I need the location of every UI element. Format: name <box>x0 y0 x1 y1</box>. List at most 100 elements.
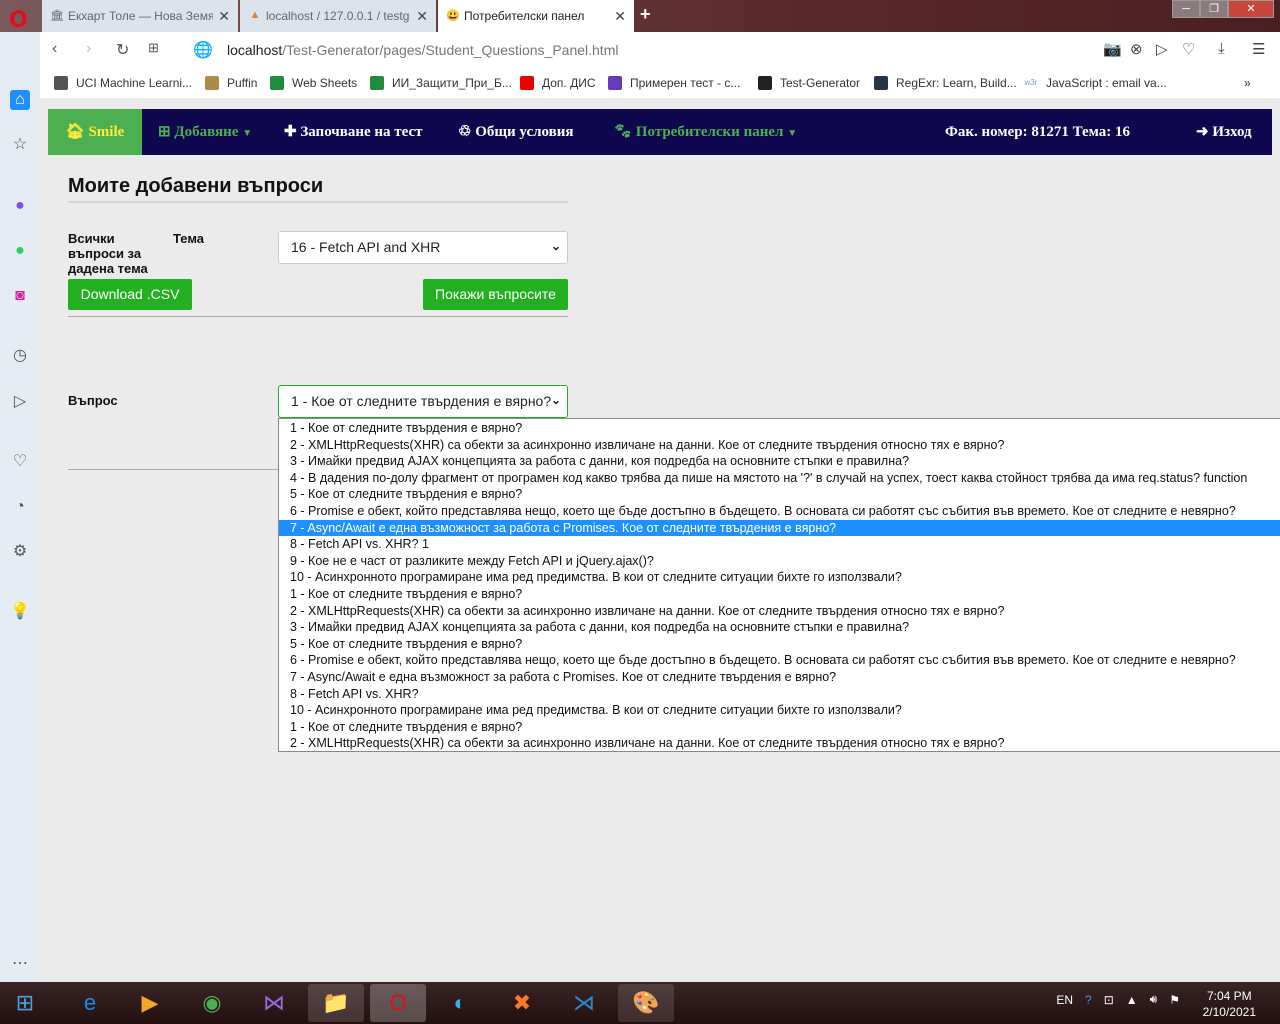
question-option[interactable]: 2 - XMLHttpRequests(XHR) са обекти за ас… <box>279 437 1280 454</box>
browser-tab-active[interactable]: 😃 Потребителски панел ✕ <box>438 0 634 32</box>
question-option[interactable]: 1 - Кое от следните твърдения е вярно? <box>279 719 1280 736</box>
nav-home[interactable]: 🏠︎ Smile <box>48 109 142 155</box>
close-tab-icon[interactable]: ✕ <box>416 8 428 25</box>
question-option[interactable]: 1 - Кое от следните твърдения е вярно? <box>279 420 1280 437</box>
lightbulb-icon[interactable]: 💡 <box>10 602 30 622</box>
language-indicator[interactable]: EN <box>1056 993 1073 1007</box>
help-icon[interactable]: ? <box>1085 993 1092 1007</box>
question-option[interactable]: 6 - Promise е обект, който представлява … <box>279 503 1280 520</box>
browser-tab[interactable]: ▲ localhost / 127.0.0.1 / testg ✕ <box>240 0 436 32</box>
bookmark-label: UCI Machine Learni... <box>76 76 193 90</box>
question-option[interactable]: 2 - XMLHttpRequests(XHR) са обекти за ас… <box>279 603 1280 620</box>
question-option[interactable]: 5 - Кое от следните твърдения е вярно? <box>279 486 1280 503</box>
back-icon[interactable]: ‹ <box>52 40 57 58</box>
question-label: Въпрос <box>68 393 118 408</box>
taskbar-opera[interactable]: O <box>370 984 426 1022</box>
taskbar-ie[interactable]: e <box>62 984 118 1022</box>
bookmark-item[interactable]: ИИ_Защити_При_Б... <box>370 76 512 90</box>
taskbar-paint[interactable]: 🎨 <box>618 984 674 1022</box>
question-option[interactable]: 6 - Promise е обект, който представлява … <box>279 652 1280 669</box>
bookmark-item[interactable]: Puffin <box>205 76 257 90</box>
bookmark-item[interactable]: Web Sheets <box>270 76 357 90</box>
nav-start-test[interactable]: ✚ Започване на тест <box>284 109 423 155</box>
opera-menu-icon[interactable]: O <box>9 8 28 33</box>
history-icon[interactable]: ◔ <box>10 497 30 517</box>
question-option[interactable]: 8 - Fetch API vs. XHR? 1 <box>279 536 1280 553</box>
minimize-button[interactable]: ─ <box>1172 0 1200 18</box>
question-option[interactable]: 8 - Fetch API vs. XHR? <box>279 686 1280 703</box>
puffin-icon <box>205 76 219 90</box>
clock[interactable]: 7:04 PM 2/10/2021 <box>1203 988 1256 1020</box>
volume-icon[interactable]: 🔊︎ <box>1150 992 1158 1007</box>
speed-dial-icon[interactable]: ⊞ <box>148 40 159 56</box>
instagram-icon[interactable]: ◙ <box>10 286 30 306</box>
nav-user-panel-dropdown[interactable]: 🐾︎ Потребителски панел ▼ <box>613 109 797 155</box>
smiley-icon: 😃 <box>446 10 460 22</box>
new-tab-button[interactable]: + <box>640 4 651 25</box>
nav-terms[interactable]: ♲ Общи условия <box>458 109 574 155</box>
reload-icon[interactable]: ↻ <box>116 40 129 60</box>
taskbar-edge[interactable]: ◐ <box>432 984 488 1022</box>
bookmark-item[interactable]: Примерен тест - с... <box>608 76 740 90</box>
browser-tab[interactable]: 🏛 Екхарт Толе — Нова Земя ✕ <box>42 0 238 32</box>
bookmark-item[interactable]: Test-Generator <box>758 76 860 90</box>
messenger-icon[interactable]: ● <box>10 196 30 216</box>
home-icon[interactable]: ⌂ <box>10 90 30 110</box>
forward-icon[interactable]: › <box>86 40 91 58</box>
question-option[interactable]: 7 - Async/Await е една възможност за раб… <box>279 519 1280 537</box>
easy-setup-icon[interactable]: ☰ <box>1252 40 1265 58</box>
question-option[interactable]: 3 - Имайки предвид AJAX концепцията за р… <box>279 619 1280 636</box>
more-bookmarks-icon[interactable]: » <box>1244 76 1251 90</box>
taskbar-vscode[interactable]: ⋊ <box>556 984 612 1022</box>
close-tab-icon[interactable]: ✕ <box>614 8 626 25</box>
show-hidden-icons[interactable]: ▲ <box>1126 993 1138 1007</box>
question-option[interactable]: 10 - Асинхронното програмиране има ред п… <box>279 702 1280 719</box>
question-option[interactable]: 10 - Асинхронното програмиране има ред п… <box>279 569 1280 586</box>
bookmark-label: Доп. ДИС <box>542 76 596 90</box>
close-window-button[interactable]: ✕ <box>1228 0 1274 18</box>
question-option[interactable]: 5 - Кое от следните твърдения е вярно? <box>279 636 1280 653</box>
topic-select[interactable]: 16 - Fetch API and XHR ⌄ <box>278 231 568 264</box>
chevron-down-icon: ⌄ <box>550 393 561 407</box>
taskbar-xampp[interactable]: ✖ <box>494 984 550 1022</box>
taskbar-explorer[interactable]: 📁 <box>308 984 364 1022</box>
question-select[interactable]: 1 - Кое от следните твърдения е вярно? ⌄ <box>278 385 568 418</box>
taskbar-visual-studio[interactable]: ⋈ <box>246 984 302 1022</box>
heart-icon[interactable]: ♡ <box>10 452 30 472</box>
settings-icon[interactable]: ⚙ <box>10 542 30 562</box>
bookmark-item[interactable]: w3r JavaScript : email va... <box>1024 76 1167 90</box>
star-icon[interactable]: ☆ <box>10 135 30 155</box>
action-center-flag-icon[interactable]: ⚑ <box>1169 993 1180 1007</box>
send-icon[interactable]: ▷ <box>10 392 30 412</box>
send-icon[interactable]: ▷ <box>1156 40 1168 58</box>
question-option[interactable]: 4 - В дадения по-долу фрагмент от програ… <box>279 470 1280 487</box>
question-option[interactable]: 2 - XMLHttpRequests(XHR) са обекти за ас… <box>279 735 1280 751</box>
restore-button[interactable]: ❐ <box>1200 0 1228 18</box>
taskbar-chrome[interactable]: ◉ <box>184 984 240 1022</box>
download-csv-button[interactable]: Download .CSV <box>68 279 192 310</box>
question-option[interactable]: 3 - Имайки предвид AJAX концепцията за р… <box>279 453 1280 470</box>
question-option[interactable]: 9 - Кое не е част от разликите между Fet… <box>279 553 1280 570</box>
bookmark-item[interactable]: Доп. ДИС <box>520 76 596 90</box>
url-field[interactable]: localhost/Test-Generator/pages/Student_Q… <box>227 42 618 58</box>
player-icon[interactable]: ◷ <box>10 346 30 366</box>
question-option[interactable]: 1 - Кое от следните твърдения е вярно? <box>279 586 1280 603</box>
camera-icon[interactable]: 📷 <box>1103 40 1122 58</box>
question-option[interactable]: 7 - Async/Await е една възможност за раб… <box>279 669 1280 686</box>
show-questions-button[interactable]: Покажи въпросите <box>423 279 568 310</box>
bookmark-item[interactable]: UCI Machine Learni... <box>54 76 192 90</box>
bookmarks-bar: UCI Machine Learni... Puffin Web Sheets ИИ_… <box>40 68 1280 98</box>
heart-icon[interactable]: ♡ <box>1182 40 1195 58</box>
download-icon[interactable]: ⤓ <box>1218 40 1225 57</box>
bookmark-label: Puffin <box>227 76 258 90</box>
taskbar-media-player[interactable]: ▶ <box>122 984 178 1022</box>
start-button[interactable]: ⊞ <box>0 984 50 1022</box>
nav-logout[interactable]: ➜ Изход <box>1196 109 1252 155</box>
nav-add-dropdown[interactable]: ⊞ Добавяне ▼ <box>158 109 252 155</box>
close-tab-icon[interactable]: ✕ <box>218 8 230 25</box>
adblock-icon[interactable]: ⊗ <box>1130 40 1143 58</box>
more-icon[interactable]: ⋯ <box>10 954 30 974</box>
bookmark-item[interactable]: RegExr: Learn, Build... <box>874 76 1017 90</box>
network-icon[interactable]: ⊡ <box>1104 993 1114 1007</box>
whatsapp-icon[interactable]: ● <box>10 241 30 261</box>
